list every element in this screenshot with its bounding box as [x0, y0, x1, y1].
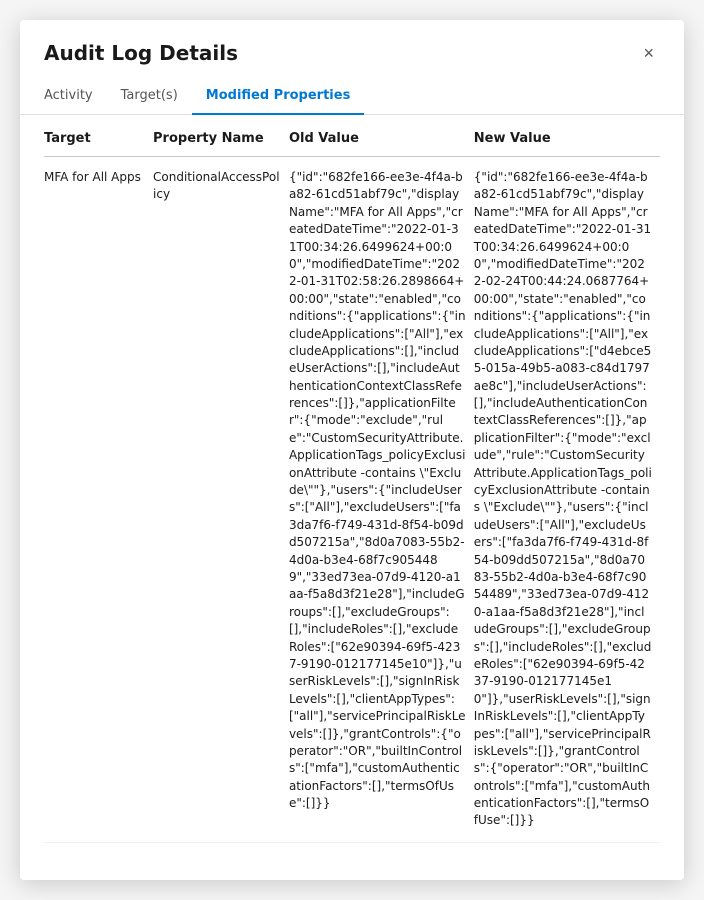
dialog-title: Audit Log Details: [44, 41, 238, 65]
cell-property-name: ConditionalAccessPolicy: [153, 157, 289, 843]
cell-target: MFA for All Apps: [44, 157, 153, 843]
col-old-value: Old Value: [289, 119, 474, 157]
close-button[interactable]: ×: [637, 40, 660, 66]
tab-bar: Activity Target(s) Modified Properties: [20, 80, 684, 115]
tab-activity[interactable]: Activity: [44, 80, 107, 115]
tab-modified-properties[interactable]: Modified Properties: [192, 80, 365, 115]
cell-new-value: {"id":"682fe166-ee3e-4f4a-ba82-61cd51abf…: [474, 157, 660, 843]
cell-old-value: {"id":"682fe166-ee3e-4f4a-ba82-61cd51abf…: [289, 157, 474, 843]
col-target: Target: [44, 119, 153, 157]
table-body: MFA for All AppsConditionalAccessPolicy{…: [44, 157, 660, 843]
tab-targets[interactable]: Target(s): [107, 80, 192, 115]
dialog-header: Audit Log Details ×: [20, 20, 684, 66]
properties-table: Target Property Name Old Value New Value…: [44, 119, 660, 843]
col-new-value: New Value: [474, 119, 660, 157]
table-row: MFA for All AppsConditionalAccessPolicy{…: [44, 157, 660, 843]
col-property-name: Property Name: [153, 119, 289, 157]
audit-log-dialog: Audit Log Details × Activity Target(s) M…: [20, 20, 684, 880]
tab-content: Target Property Name Old Value New Value…: [20, 115, 684, 880]
table-header-row: Target Property Name Old Value New Value: [44, 119, 660, 157]
